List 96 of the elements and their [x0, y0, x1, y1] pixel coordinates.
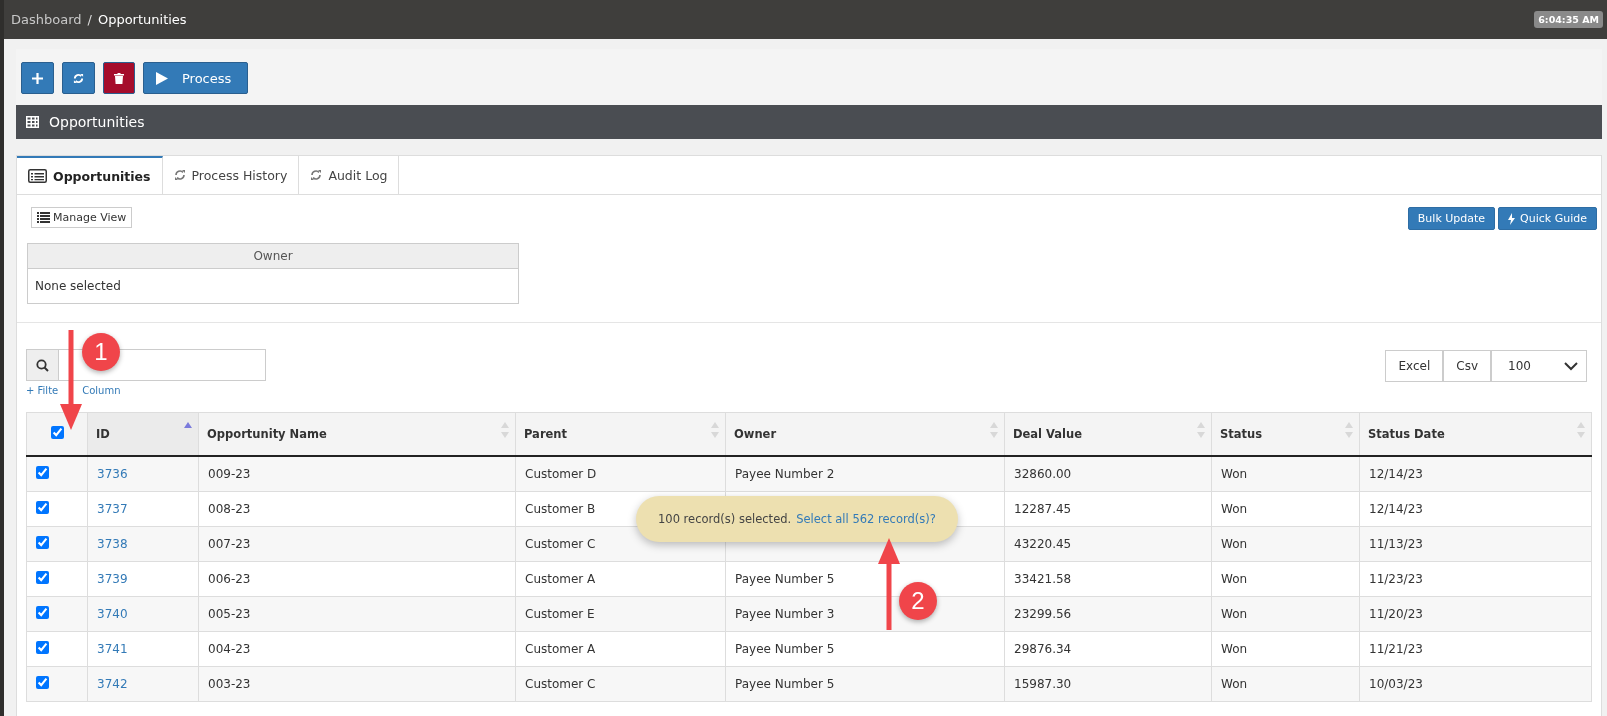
- table-cell: Payee Number 3: [735, 607, 835, 621]
- trash-icon: [114, 72, 124, 84]
- column-header[interactable]: Status Date: [1359, 412, 1592, 456]
- column-header[interactable]: Owner: [725, 412, 1005, 456]
- plus-icon: [32, 72, 43, 84]
- process-button[interactable]: Process: [143, 62, 249, 94]
- record-link[interactable]: 3738: [97, 537, 128, 551]
- row-checkbox[interactable]: [36, 676, 49, 689]
- manage-view-button[interactable]: Manage View: [31, 207, 133, 228]
- export-button[interactable]: Excel: [1385, 350, 1444, 382]
- quick-guide-button[interactable]: Quick Guide: [1498, 207, 1597, 230]
- owner-select[interactable]: None selected: [28, 269, 518, 303]
- play-icon: [156, 71, 168, 85]
- table-cell: 11/20/23: [1369, 607, 1423, 621]
- refresh-icon: [73, 72, 84, 84]
- table-cell: Customer B: [525, 502, 596, 516]
- table-icon: [26, 116, 39, 128]
- table-cell: 12287.45: [1014, 502, 1072, 516]
- column-header[interactable]: Opportunity Name: [198, 412, 516, 456]
- row-checkbox[interactable]: [36, 571, 49, 584]
- export-button[interactable]: Csv: [1443, 350, 1491, 382]
- table-cell: 009-23: [208, 467, 251, 481]
- table-cell: 008-23: [208, 502, 251, 516]
- record-link[interactable]: 3741: [97, 642, 128, 656]
- table-cell: Won: [1221, 642, 1248, 656]
- table-cell: 43220.45: [1014, 537, 1072, 551]
- chevron-down-icon: [1564, 361, 1578, 371]
- column-header[interactable]: Parent: [515, 412, 726, 456]
- table-cell: 33421.58: [1014, 572, 1072, 586]
- table-cell: 10/03/23: [1369, 677, 1423, 691]
- filter-heading: Owner: [28, 244, 518, 269]
- row-checkbox[interactable]: [36, 536, 49, 549]
- section-title: Opportunities: [49, 114, 145, 130]
- column-header[interactable]: Deal Value: [1004, 412, 1212, 456]
- column-header[interactable]: ID: [87, 412, 199, 456]
- table-cell: Won: [1221, 607, 1248, 621]
- table-cell: 12/14/23: [1369, 467, 1423, 481]
- table-cell: 11/21/23: [1369, 642, 1423, 656]
- record-link[interactable]: 3742: [97, 677, 128, 691]
- table-cell: Customer E: [525, 607, 595, 621]
- refresh-icon: [310, 169, 323, 181]
- row-checkbox[interactable]: [36, 501, 49, 514]
- table-cell: 32860.00: [1014, 467, 1072, 481]
- bulk-update-button[interactable]: Bulk Update: [1407, 207, 1496, 230]
- breadcrumb-separator: /: [87, 12, 92, 27]
- table-cell: Payee Number 5: [735, 642, 835, 656]
- refresh-button[interactable]: [62, 62, 95, 94]
- table-cell: Customer D: [525, 467, 597, 481]
- table-cell: Customer A: [525, 572, 596, 586]
- table-cell: Customer C: [525, 677, 596, 691]
- table-cell: Payee Number 5: [735, 677, 835, 691]
- add-button[interactable]: [21, 62, 54, 94]
- search-icon: [36, 358, 49, 372]
- record-link[interactable]: 3737: [97, 502, 128, 516]
- table-cell: 007-23: [208, 537, 251, 551]
- table-cell: 23299.56: [1014, 607, 1072, 621]
- table-cell: Won: [1221, 537, 1248, 551]
- delete-button[interactable]: [103, 62, 135, 94]
- table-cell: 004-23: [208, 642, 251, 656]
- select-all-link[interactable]: Select all 562 record(s)?: [796, 512, 936, 526]
- table-cell: Customer C: [525, 537, 596, 551]
- table-cell: 12/14/23: [1369, 502, 1423, 516]
- record-link[interactable]: 3740: [97, 607, 128, 621]
- list-icon: [37, 212, 50, 223]
- refresh-icon: [173, 169, 186, 181]
- table-cell: Payee Number 2: [735, 467, 835, 481]
- table-cell: Payee Number 5: [735, 572, 835, 586]
- clock-badge: 6:04:35 AM: [1534, 11, 1603, 28]
- record-link[interactable]: 3736: [97, 467, 128, 481]
- record-link[interactable]: 3739: [97, 572, 128, 586]
- list-icon: [28, 169, 47, 183]
- breadcrumb-item[interactable]: Dashboard: [11, 12, 82, 27]
- filter-column-link[interactable]: + Filte: [26, 385, 59, 396]
- table-cell: Won: [1221, 677, 1248, 691]
- breadcrumb-item: Opportunities: [97, 12, 187, 27]
- table-cell: 11/23/23: [1369, 572, 1423, 586]
- row-checkbox[interactable]: [36, 606, 49, 619]
- table-cell: Won: [1221, 572, 1248, 586]
- table-cell: 006-23: [208, 572, 251, 586]
- table-cell: Won: [1221, 467, 1248, 481]
- table-cell: 003-23: [208, 677, 251, 691]
- column-header[interactable]: Status: [1211, 412, 1360, 456]
- table-cell: Customer A: [525, 642, 596, 656]
- table-cell: 15987.30: [1014, 677, 1072, 691]
- table-cell: 11/13/23: [1369, 537, 1423, 551]
- tab[interactable]: Opportunities: [17, 156, 163, 194]
- table-cell: 29876.34: [1014, 642, 1072, 656]
- filter-column-link[interactable]: Column: [82, 385, 121, 396]
- page-size-select[interactable]: 100: [1491, 350, 1587, 382]
- table-cell: 005-23: [208, 607, 251, 621]
- select-all-checkbox[interactable]: [50, 426, 64, 439]
- bolt-icon: [1508, 212, 1516, 225]
- table-cell: Won: [1221, 502, 1248, 516]
- row-checkbox[interactable]: [36, 641, 49, 654]
- notice-text: 100 record(s) selected.: [658, 512, 792, 526]
- row-checkbox[interactable]: [36, 466, 49, 479]
